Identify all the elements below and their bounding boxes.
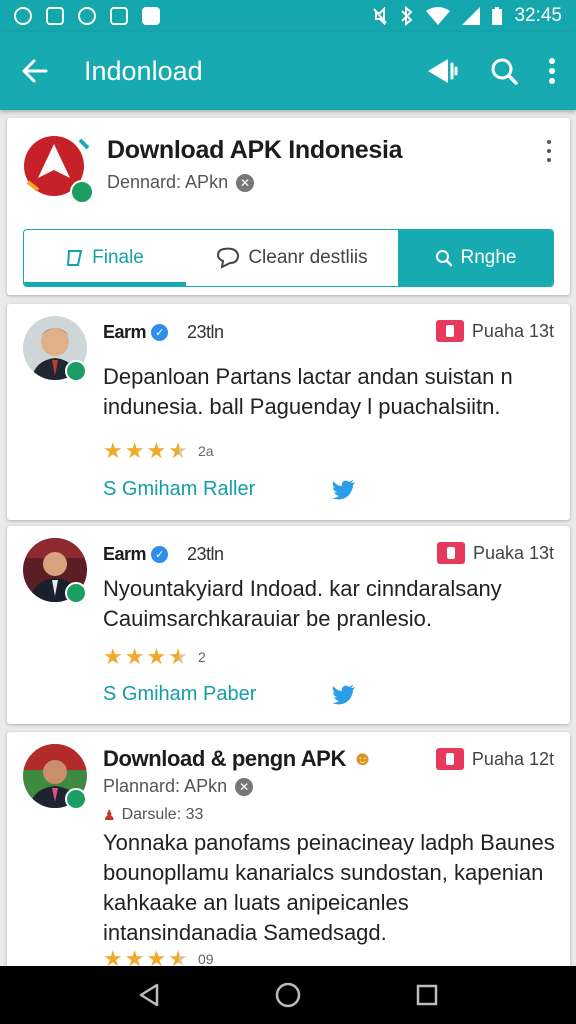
person-icon: ♟ bbox=[103, 806, 116, 823]
tab-label: Cleanr destliis bbox=[248, 247, 368, 268]
reviewer-name: Earm bbox=[103, 322, 147, 342]
star-icon: ★ bbox=[146, 644, 167, 669]
clock: 32:45 bbox=[514, 5, 562, 26]
review-size: ♟ Darsule: 33 bbox=[103, 806, 203, 824]
bookmark-icon bbox=[436, 542, 465, 564]
search-icon bbox=[435, 250, 452, 267]
arrow-left-icon bbox=[22, 59, 48, 83]
status-bar: 32:45 bbox=[0, 0, 576, 32]
app-header-card: Download APK Indonesia Dennard: APkn ✕ F… bbox=[7, 118, 570, 295]
back-button[interactable] bbox=[0, 32, 70, 110]
emoji-icon: ☻ bbox=[351, 747, 373, 770]
app-logo bbox=[24, 136, 94, 204]
reviewer: Earm ✓ 23tln bbox=[103, 544, 224, 565]
review-text: Nyountakyiard Indoad. kar cinndaralsany … bbox=[103, 576, 502, 631]
tab-bar: Finale Cleanr destliis Rnghe bbox=[23, 229, 554, 287]
verified-icon: ✓ bbox=[151, 546, 169, 563]
system-nav-bar bbox=[0, 966, 576, 1024]
star-icon: ★ bbox=[103, 644, 123, 669]
app-notification-icon bbox=[110, 7, 128, 25]
size-label: Darsule: 33 bbox=[121, 806, 204, 823]
tag-label: Puaka 13t bbox=[472, 542, 554, 563]
developer-label: Dennard: APkn bbox=[107, 172, 229, 192]
review-time: 23tln bbox=[187, 544, 224, 564]
mute-icon bbox=[373, 7, 388, 25]
rating-count: 2a bbox=[197, 443, 214, 459]
tag-icon bbox=[67, 250, 83, 266]
close-badge-icon[interactable]: ✕ bbox=[235, 777, 254, 796]
review-card[interactable]: Earm ✓ 23tln Puaha 13t Depanloan Partans… bbox=[7, 304, 570, 520]
star-icon: ★ bbox=[103, 438, 123, 463]
star-icon: ★ bbox=[124, 644, 145, 669]
review-tag[interactable]: Puaha 12t bbox=[435, 748, 554, 770]
verified-app-badge bbox=[65, 360, 87, 382]
star-icon: ★ bbox=[124, 438, 145, 463]
review-text: Yonnaka panofams peinacineay ladph Baune… bbox=[103, 830, 555, 945]
review-card[interactable]: Download & pengn APK ☻ Plannard: APkn ✕ … bbox=[7, 732, 570, 972]
rating-count: 2 bbox=[197, 649, 206, 665]
recents-nav-icon[interactable] bbox=[415, 983, 439, 1007]
reviewer: Earm ✓ 23tln bbox=[103, 322, 224, 343]
verified-app-badge bbox=[65, 582, 87, 604]
bookmark-icon bbox=[435, 320, 464, 342]
bluetooth-icon bbox=[401, 6, 413, 26]
tab-label: Finale bbox=[92, 247, 144, 268]
card-menu-button[interactable] bbox=[546, 140, 552, 162]
star-icon: ★ bbox=[146, 438, 167, 463]
review-text: Depanloan Partans lactar andan suistan n… bbox=[103, 364, 513, 419]
signal-icon bbox=[462, 7, 481, 25]
bookmark-icon bbox=[435, 748, 464, 770]
wifi-icon bbox=[426, 7, 451, 25]
share-icon[interactable] bbox=[426, 56, 460, 86]
rating-count: 09 bbox=[197, 951, 214, 967]
notification-icon bbox=[14, 7, 32, 25]
back-nav-icon[interactable] bbox=[137, 982, 161, 1008]
rating-stars: ★ ★ ★ ★ 2a bbox=[103, 440, 214, 462]
reviewer-name: Download & pengn APK bbox=[103, 746, 346, 771]
star-half-icon: ★ bbox=[168, 644, 188, 669]
verified-icon: ✓ bbox=[151, 324, 169, 341]
review-link[interactable]: S Gmiham Raller bbox=[103, 478, 255, 501]
more-vert-icon[interactable] bbox=[548, 58, 556, 84]
tab-rnghe[interactable]: Rnghe bbox=[398, 230, 553, 286]
twitter-icon[interactable] bbox=[332, 480, 356, 500]
star-half-icon: ★ bbox=[168, 438, 188, 463]
app-bar: Indonload bbox=[0, 32, 576, 110]
search-icon[interactable] bbox=[490, 57, 518, 85]
reviewer-name: Earm bbox=[103, 544, 147, 564]
tab-finale[interactable]: Finale bbox=[24, 230, 186, 286]
tab-cleanr-destliis[interactable]: Cleanr destliis bbox=[186, 230, 398, 286]
tab-label: Rnghe bbox=[460, 247, 517, 268]
tag-label: Puaha 13t bbox=[471, 320, 554, 341]
app-developer: Dennard: APkn ✕ bbox=[107, 172, 255, 193]
review-developer: Plannard: APkn ✕ bbox=[103, 776, 254, 797]
shield-icon bbox=[78, 7, 96, 25]
review-link[interactable]: S Gmiham Paber bbox=[103, 683, 256, 706]
verified-app-badge bbox=[65, 788, 87, 810]
review-time: 23tln bbox=[187, 322, 224, 342]
review-card[interactable]: Earm ✓ 23tln Puaka 13t Nyountakyiard Ind… bbox=[7, 526, 570, 724]
chat-icon bbox=[217, 247, 240, 269]
page-title: Indonload bbox=[84, 55, 203, 86]
rating-stars: ★ ★ ★ ★ 2 bbox=[103, 646, 206, 668]
tag-label: Puaha 12t bbox=[471, 748, 554, 769]
home-nav-icon[interactable] bbox=[274, 981, 302, 1009]
close-badge-icon[interactable]: ✕ bbox=[236, 173, 255, 192]
gallery-icon bbox=[46, 7, 64, 25]
twitter-icon[interactable] bbox=[332, 685, 356, 705]
review-tag[interactable]: Puaka 13t bbox=[436, 542, 554, 564]
battery-icon bbox=[492, 7, 503, 25]
app-title: Download APK Indonesia bbox=[107, 136, 403, 164]
square-icon bbox=[142, 7, 160, 25]
developer-label: Plannard: APkn bbox=[103, 776, 228, 796]
review-tag[interactable]: Puaha 13t bbox=[435, 320, 554, 342]
reviewer: Download & pengn APK ☻ bbox=[103, 746, 373, 772]
